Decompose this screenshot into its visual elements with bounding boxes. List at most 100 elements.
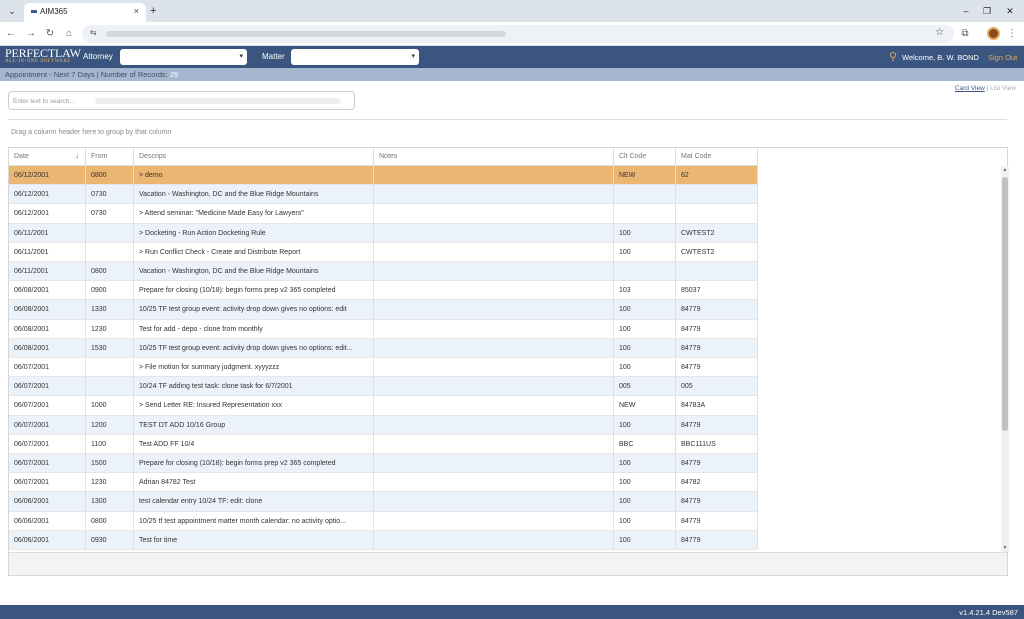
column-header-descrips[interactable]: Descrips [134, 148, 374, 166]
cell-mat-code: 84779 [676, 338, 758, 358]
table-row[interactable]: 06/07/2001 1000 > Send Letter RE: Insured … [9, 396, 758, 416]
welcome-text: Welcome, B. W. BOND [902, 53, 979, 62]
cell-clt-code [614, 185, 676, 205]
table-row[interactable]: 06/12/2001 0800 > demo NEW 62 [9, 166, 758, 186]
card-view-link[interactable]: Card View [955, 85, 985, 92]
chevron-down-icon: ▾ [239, 53, 243, 60]
cell-descrips: > demo [134, 166, 374, 186]
list-view-link[interactable]: List View [990, 85, 1016, 92]
global-search-icon[interactable]: ⚲ [889, 50, 897, 63]
table-row[interactable]: 06/08/2001 1230 Test for add - depo - clon… [9, 319, 758, 339]
browser-tab-bar: ⌄ AIM365 × + – ❐ ✕ [0, 0, 1024, 22]
version-label: v1.4.21.4 Dev587 [959, 608, 1018, 617]
more-menu-icon[interactable]: ⋮ [1005, 27, 1019, 41]
cell-descrips: 10/25 tf test appointment matter month c… [134, 511, 374, 531]
close-window-icon[interactable]: ✕ [1003, 4, 1017, 18]
cell-descrips: Prepare for closing (10/18): begin forms… [134, 454, 374, 474]
cell-notes [374, 223, 614, 243]
forward-icon[interactable]: → [24, 27, 38, 41]
scroll-down-icon[interactable]: ▼ [1001, 544, 1009, 552]
cell-clt-code [614, 262, 676, 282]
cell-notes [374, 492, 614, 512]
table-row[interactable]: 06/08/2001 1330 10/25 TF test group event:… [9, 300, 758, 320]
home-icon[interactable]: ⌂ [62, 27, 76, 41]
cell-notes [374, 434, 614, 454]
table-row[interactable]: 06/12/2001 0730 > Attend seminar: "Medicin… [9, 204, 758, 224]
cell-from: 1200 [86, 415, 134, 435]
table-row[interactable]: 06/07/2001 1500 Prepare for closing (10/18… [9, 454, 758, 474]
column-header-date[interactable]: Date ↓ [9, 148, 86, 166]
tab-search-icon[interactable]: ⌄ [5, 4, 19, 18]
cell-from [86, 242, 134, 262]
cell-date: 06/12/2001 [9, 204, 86, 224]
record-count: 29 [169, 70, 179, 79]
table-row[interactable]: 06/07/2001 1100 Test ADD FF 10/4 BBC BBC111U… [9, 434, 758, 454]
cell-mat-code: CWTEST2 [676, 242, 758, 262]
grid-body: 06/12/2001 0800 > demo NEW 62 06/12/2001 0730 V… [9, 166, 758, 552]
matter-select[interactable]: ▾ [291, 49, 419, 65]
cell-from: 1330 [86, 300, 134, 320]
cell-from: 1100 [86, 434, 134, 454]
perfectlaw-logo: PERFECTLAW ALL-IN-ONE SOFTWARE [5, 47, 81, 65]
table-row[interactable]: 06/11/2001 > Docketing - Run Action Docke… [9, 223, 758, 243]
cell-from: 0800 [86, 262, 134, 282]
column-header-clt-code[interactable]: Clt Code [614, 148, 676, 166]
table-row[interactable]: 06/06/2001 1300 test calendar entry 10/24 … [9, 492, 758, 512]
scroll-up-icon[interactable]: ▲ [1001, 166, 1009, 174]
table-row[interactable]: 06/07/2001 1230 Adrian 84782 Test 100 84782 [9, 473, 758, 493]
cell-descrips: test calendar entry 10/24 TF: edit: clon… [134, 492, 374, 512]
tab-close-icon[interactable]: × [134, 6, 139, 16]
sign-out-link[interactable]: Sign Out [988, 53, 1017, 62]
profile-avatar[interactable] [987, 27, 1000, 40]
new-tab-button[interactable]: + [150, 4, 156, 18]
table-row[interactable]: 06/07/2001 1200 TEST DT ADD 10/16 Group 100… [9, 415, 758, 435]
cell-notes [374, 262, 614, 282]
cell-from: 1300 [86, 492, 134, 512]
cell-descrips: > Send Letter RE: Insured Representation… [134, 396, 374, 416]
table-row[interactable]: 06/08/2001 0900 Prepare for closing (10/18… [9, 281, 758, 301]
back-icon[interactable]: ← [4, 27, 18, 41]
extensions-icon[interactable]: ⧉ [958, 27, 972, 41]
page-subtitle: Appointment - Next 7 Days | Number of Re… [5, 70, 178, 79]
cell-mat-code [676, 262, 758, 282]
reload-icon[interactable]: ↻ [43, 27, 57, 41]
address-bar[interactable]: ⇆ ☆ [82, 25, 954, 43]
cell-descrips: > File motion for summary judgment. xyyy… [134, 358, 374, 378]
cell-descrips: > Docketing - Run Action Docketing Rule [134, 223, 374, 243]
cell-from [86, 377, 134, 397]
column-header-from[interactable]: From [86, 148, 134, 166]
cell-descrips: Prepare for closing (10/18): begin forms… [134, 281, 374, 301]
cell-from: 1000 [86, 396, 134, 416]
table-row[interactable]: 06/06/2001 0930 Test for time 100 84779 [9, 530, 758, 550]
column-header-mat-code[interactable]: Mat Code [676, 148, 758, 166]
browser-tab[interactable]: AIM365 × [24, 3, 146, 22]
cell-notes [374, 377, 614, 397]
scroll-thumb[interactable] [1002, 177, 1008, 431]
cell-from: 0900 [86, 281, 134, 301]
minimize-icon[interactable]: – [959, 4, 973, 18]
table-row[interactable]: 06/11/2001 > Run Conflict Check - Create … [9, 242, 758, 262]
bookmark-star-icon[interactable]: ☆ [935, 27, 944, 38]
column-header-label: Date [14, 153, 29, 160]
table-row[interactable]: 06/07/2001 10/24 TF adding test task: clo… [9, 377, 758, 397]
table-row[interactable]: 06/12/2001 0730 Vacation - Washington, DC … [9, 185, 758, 205]
logo-sub-text: ALL-IN-ONE SOFTWARE [5, 59, 71, 64]
table-row[interactable]: 06/08/2001 1530 10/25 TF test group event:… [9, 338, 758, 358]
site-info-icon[interactable]: ⇆ [90, 28, 97, 37]
page-subtitle-bar: Appointment - Next 7 Days | Number of Re… [0, 68, 1024, 81]
cell-clt-code: 100 [614, 319, 676, 339]
table-row[interactable]: 06/06/2001 0800 10/25 tf test appointment … [9, 511, 758, 531]
table-row[interactable]: 06/07/2001 > File motion for summary judg… [9, 358, 758, 378]
maximize-icon[interactable]: ❐ [980, 4, 994, 18]
grid-search-box[interactable] [8, 91, 355, 110]
attorney-select[interactable]: ▾ [120, 49, 247, 65]
sort-descending-icon[interactable]: ↓ [75, 151, 79, 160]
cell-from [86, 223, 134, 243]
grid-vertical-scrollbar[interactable]: ▲ ▼ [1001, 166, 1009, 552]
browser-toolbar: ← → ↻ ⌂ ⇆ ☆ ⧉ ⋮ [0, 22, 1024, 46]
column-header-notes[interactable]: Notes [374, 148, 614, 166]
table-row[interactable]: 06/11/2001 0800 Vacation - Washington, DC … [9, 262, 758, 282]
cell-date: 06/06/2001 [9, 492, 86, 512]
grid-footer [9, 552, 1007, 575]
cell-notes [374, 530, 614, 550]
